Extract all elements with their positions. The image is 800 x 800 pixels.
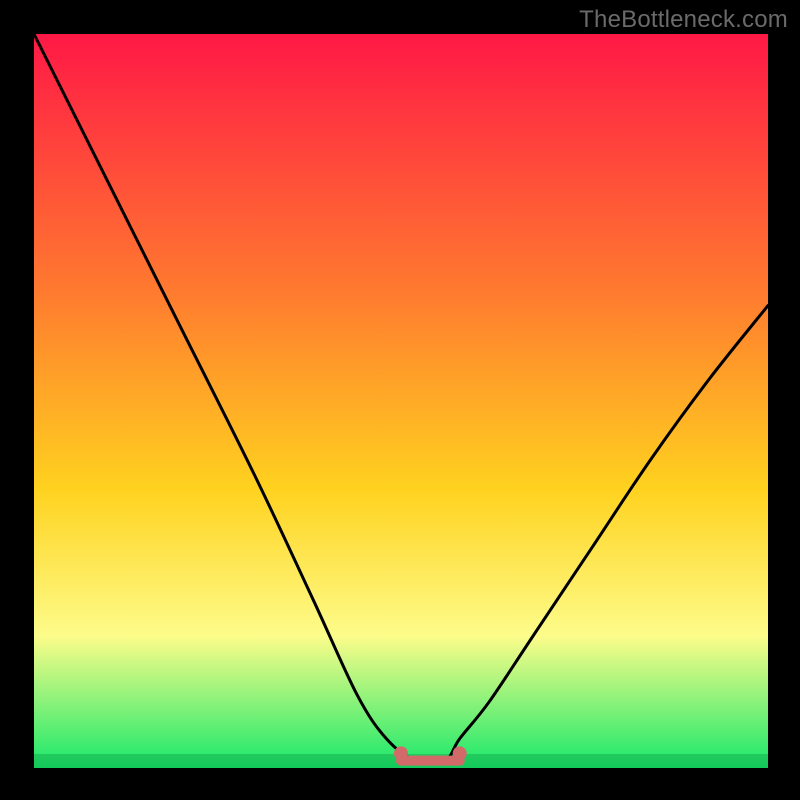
dot-right [453, 746, 467, 760]
bottleneck-chart [0, 0, 800, 800]
watermark-text: TheBottleneck.com [579, 6, 788, 34]
dot-left [394, 746, 408, 760]
chart-frame: { "watermark": "TheBottleneck.com", "col… [0, 0, 800, 800]
plot-background [34, 34, 768, 768]
